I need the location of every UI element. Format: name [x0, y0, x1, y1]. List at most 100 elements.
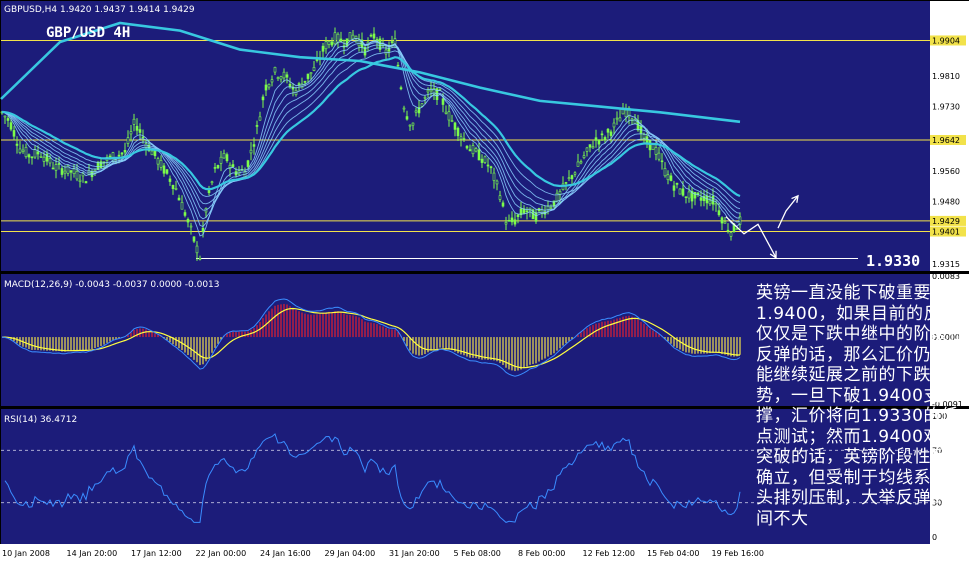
candle-body	[96, 161, 100, 171]
time-axis-label-3: 22 Jan 00:00	[196, 549, 247, 558]
candle-body	[267, 84, 271, 88]
candle-body	[717, 210, 721, 216]
candle-body	[453, 122, 457, 130]
candle-body	[123, 149, 127, 153]
candle-body	[699, 197, 703, 201]
candle-body	[162, 165, 166, 174]
candle-body	[324, 41, 328, 50]
candle-body	[165, 169, 169, 174]
candle-body	[441, 98, 445, 105]
candle-body	[624, 109, 628, 118]
candle-body	[576, 161, 580, 167]
candle-body	[468, 149, 472, 152]
time-axis-label-7: 5 Feb 08:00	[454, 549, 501, 558]
time-axis-label-6: 31 Jan 20:00	[389, 549, 440, 558]
price-axis-label-5: 1.9480	[932, 198, 960, 207]
candle-body	[348, 32, 352, 41]
candle-body	[585, 147, 589, 152]
candle-body	[654, 147, 658, 155]
candle-body	[426, 89, 430, 93]
analysis-annotation: 英镑一直没能下破重要支撑1.9400，如果目前的反弹仅仅是下跌中继中的阶段性反弹…	[756, 283, 966, 529]
candle-body	[42, 156, 46, 162]
candle-body	[588, 144, 592, 148]
candle-body	[582, 155, 586, 159]
candle-body	[450, 120, 454, 122]
candle-body	[501, 202, 505, 207]
candle-body	[285, 74, 289, 78]
candle-body	[618, 117, 622, 122]
candle-body	[159, 160, 163, 168]
candle-body	[60, 168, 64, 175]
candle-body	[660, 160, 664, 163]
candle-body	[273, 67, 277, 73]
candle-body	[24, 147, 28, 157]
price-axis-label-6: 1.9429	[932, 217, 960, 226]
candle-body	[495, 180, 499, 185]
candle-body	[174, 188, 178, 190]
candle-body	[189, 225, 193, 228]
candle-body	[444, 111, 448, 114]
candle-body	[225, 154, 229, 162]
candle-body	[51, 167, 55, 170]
candle-body	[168, 178, 172, 182]
level-1.9330-label: 1.9330	[866, 252, 920, 270]
candle-body	[447, 111, 451, 121]
candle-body	[297, 83, 301, 85]
candle-body	[369, 34, 373, 37]
candle-body	[333, 32, 337, 45]
candle-body	[12, 130, 16, 137]
candle-body	[132, 118, 136, 125]
macd-axis-label-0: 0.0083	[932, 272, 960, 281]
price-axis-label-1: 1.9810	[932, 72, 960, 81]
candle-body	[321, 45, 325, 52]
candle-body	[516, 214, 520, 217]
candle-body	[657, 152, 661, 160]
candle-body	[330, 41, 334, 46]
candle-body	[327, 40, 331, 45]
candle-body	[270, 79, 274, 83]
candle-body	[579, 161, 583, 164]
candle-body	[279, 76, 283, 80]
candle-body	[186, 219, 190, 223]
time-axis-label-10: 15 Feb 04:00	[647, 549, 699, 558]
candle-body	[675, 182, 679, 185]
candle-body	[39, 156, 43, 158]
candle-body	[150, 150, 154, 156]
candle-body	[30, 156, 34, 159]
candle-body	[402, 107, 406, 110]
candle-body	[246, 160, 250, 167]
candle-body	[18, 148, 22, 153]
candle-body	[33, 149, 37, 158]
candle-body	[399, 87, 403, 90]
candle-body	[723, 221, 727, 224]
candle-body	[69, 170, 73, 173]
candle-body	[609, 131, 613, 136]
price-axis-label-2: 1.9730	[932, 103, 960, 112]
candle-body	[249, 149, 253, 154]
candle-body	[108, 155, 112, 158]
candle-body	[462, 138, 466, 140]
candle-body	[672, 185, 676, 191]
candle-body	[180, 202, 184, 210]
candle-body	[708, 200, 712, 205]
price-axis-label-3: 1.9642	[932, 136, 960, 145]
candle-body	[213, 167, 217, 169]
candle-body	[54, 164, 58, 171]
candle-body	[171, 184, 175, 189]
candle-body	[471, 145, 475, 155]
candle-body	[513, 219, 517, 225]
price-axis-label-8: 1.9315	[932, 260, 960, 269]
candle-body	[129, 131, 133, 135]
candle-body	[423, 96, 427, 99]
candle-body	[252, 144, 256, 147]
candle-body	[384, 49, 388, 55]
time-axis-label-9: 12 Feb 12:00	[583, 549, 635, 558]
candle-body	[390, 41, 394, 43]
candle-body	[219, 156, 223, 164]
candle-body	[255, 125, 259, 127]
candle-body	[597, 139, 601, 145]
candle-body	[27, 154, 31, 158]
big-title: GBP/USD 4H	[46, 25, 130, 41]
candle-body	[408, 124, 412, 127]
candle-body	[456, 127, 460, 137]
